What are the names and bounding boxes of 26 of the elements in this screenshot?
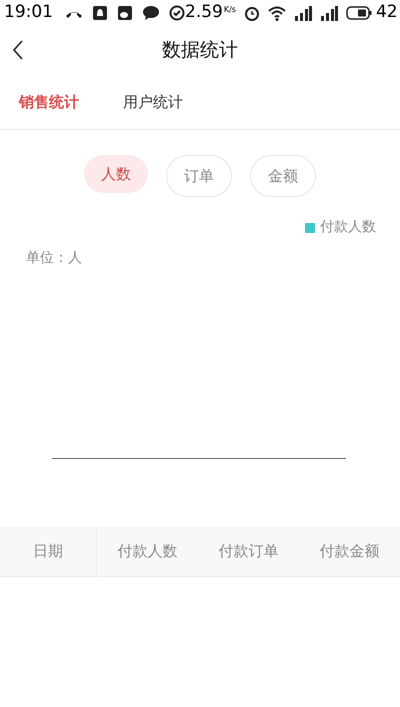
page-title: 数据统计	[162, 38, 238, 63]
column-header: 日期	[0, 527, 97, 576]
wifi-icon	[268, 6, 286, 20]
filter-pill[interactable]: 人数	[84, 155, 148, 193]
status-time: 19:01	[4, 1, 53, 24]
back-button[interactable]	[12, 40, 24, 60]
tab[interactable]: 用户统计	[123, 91, 183, 114]
tab[interactable]: 销售统计	[19, 91, 79, 114]
signal-icon	[294, 6, 312, 20]
column-header: 付款人数	[116, 541, 178, 562]
column-header: 付款订单	[218, 541, 280, 562]
column-header: 付款金额	[318, 541, 380, 562]
speed-unit: K/s	[224, 4, 236, 16]
bell-icon	[92, 5, 108, 21]
battery-level: 42	[376, 1, 398, 24]
unit-label: 单位：人	[26, 249, 82, 268]
chat-icon	[142, 5, 160, 21]
battery-icon	[346, 6, 372, 20]
legend-label: 付款人数	[320, 218, 376, 237]
signal-icon	[320, 6, 338, 20]
check-circle-icon	[169, 5, 185, 21]
network-speed: 2.59	[185, 1, 223, 24]
alarm-icon	[244, 5, 260, 21]
filter-pill[interactable]: 订单	[166, 155, 232, 197]
filter-pill[interactable]: 金额	[250, 155, 316, 197]
app-icon	[117, 5, 133, 21]
